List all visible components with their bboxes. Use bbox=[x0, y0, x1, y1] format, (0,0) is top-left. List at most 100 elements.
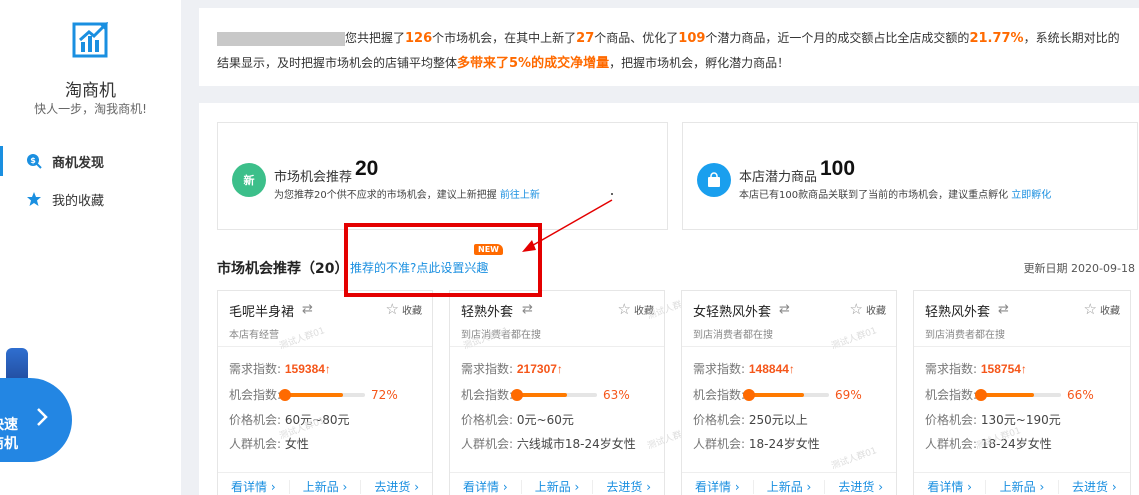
opportunity-percent: 63% bbox=[603, 387, 630, 402]
crowd-row: 人群机会: 女性 bbox=[229, 437, 309, 451]
demand-value: 148844 bbox=[748, 361, 789, 376]
up-arrow-icon: ↑ bbox=[1020, 361, 1027, 376]
demand-value: 217307 bbox=[516, 361, 557, 376]
opportunity-card: 毛呢半身裙 ⇄ ☆ 收藏 本店有经营 需求指数: 159384 ↑ 机会指数: 72%… bbox=[217, 290, 433, 495]
list-new-button[interactable]: 上新品 › bbox=[522, 479, 594, 494]
sidebar-item-opportunity-discovery[interactable]: $ 商机发现 bbox=[0, 146, 181, 176]
demand-row: 需求指数: 148844 ↑ bbox=[693, 361, 795, 377]
view-details-button[interactable]: 看详情 › bbox=[218, 479, 290, 494]
view-details-button[interactable]: 看详情 › bbox=[914, 479, 987, 494]
redacted-shop-name bbox=[217, 31, 345, 46]
new-badge-icon: 新 bbox=[232, 163, 266, 197]
card-subtitle: 本店有经营 bbox=[229, 330, 279, 341]
opportunity-row: 机会指数: 69% bbox=[693, 387, 862, 403]
incubate-now-link[interactable]: 立即孵化 bbox=[1011, 190, 1051, 201]
restock-button[interactable]: 去进货 › bbox=[361, 480, 432, 494]
crowd-row: 人群机会: 六线城市18-24岁女性 bbox=[461, 437, 636, 451]
market-opportunity-card: 新 市场机会推荐 20 为您推荐20个供不应求的市场机会，建议上新把握 前往上新 bbox=[217, 122, 668, 230]
opportunity-bar bbox=[743, 388, 830, 401]
opportunity-row: 机会指数: 63% bbox=[461, 387, 630, 403]
svg-text:$: $ bbox=[30, 156, 36, 165]
quick-opportunity-button[interactable]: 快速 商机 bbox=[0, 378, 72, 462]
promo-line-1: 快速 bbox=[0, 417, 18, 433]
price-row: 价格机会: 130元~190元 bbox=[925, 413, 1061, 427]
sidebar-item-label: 我的收藏 bbox=[52, 193, 105, 209]
star-outline-icon: ☆ bbox=[617, 300, 631, 318]
view-details-button[interactable]: 看详情 › bbox=[682, 479, 754, 494]
opportunity-percent: 72% bbox=[371, 387, 398, 402]
swap-icon[interactable]: ⇄ bbox=[998, 302, 1009, 317]
opportunity-bar bbox=[975, 388, 1062, 401]
chevron-right-icon bbox=[37, 408, 48, 426]
sales-share: 21.77% bbox=[969, 31, 1024, 46]
section-title: 市场机会推荐（20） bbox=[217, 261, 349, 277]
swap-icon[interactable]: ⇄ bbox=[779, 302, 790, 317]
star-icon bbox=[26, 191, 42, 207]
list-new-button[interactable]: 上新品 › bbox=[754, 479, 826, 494]
card-product-name: 轻熟风外套 bbox=[925, 305, 991, 320]
demand-row: 需求指数: 159384 ↑ bbox=[229, 361, 331, 377]
total-opportunities: 126 bbox=[405, 31, 433, 46]
star-outline-icon: ☆ bbox=[849, 300, 863, 318]
stat-number: 100 bbox=[820, 157, 856, 180]
opportunity-row: 机会指数: 72% bbox=[229, 387, 398, 403]
update-date: 更新日期 2020-09-18 bbox=[1023, 262, 1135, 275]
price-row: 价格机会: 250元以上 bbox=[693, 413, 808, 427]
list-new-button[interactable]: 上新品 › bbox=[986, 479, 1059, 494]
price-row: 价格机会: 0元~60元 bbox=[461, 413, 574, 427]
card-subtitle: 到店消费者都在搜 bbox=[925, 330, 1005, 341]
opportunity-row: 机会指数: 66% bbox=[925, 387, 1094, 403]
favorite-button[interactable]: ☆ 收藏 bbox=[386, 300, 422, 318]
swap-icon[interactable]: ⇄ bbox=[522, 302, 533, 317]
swap-icon[interactable]: ⇄ bbox=[302, 302, 313, 317]
shopping-bag-icon bbox=[697, 163, 731, 197]
app-logo-icon bbox=[72, 22, 110, 58]
view-details-button[interactable]: 看详情 › bbox=[450, 479, 522, 494]
optimized-products-count: 109 bbox=[678, 31, 706, 46]
demand-row: 需求指数: 217307 ↑ bbox=[461, 361, 563, 377]
promo-line-2: 商机 bbox=[0, 436, 18, 452]
sidebar: 淘商机 快人一步，淘我商机! $ 商机发现 我的收藏 快速 商机 bbox=[0, 0, 181, 495]
restock-button[interactable]: 去进货 › bbox=[593, 480, 664, 494]
sidebar-item-label: 商机发现 bbox=[52, 155, 105, 171]
opportunity-bar bbox=[511, 388, 598, 401]
app-slogan: 快人一步，淘我商机! bbox=[34, 102, 147, 116]
demand-value: 158754 bbox=[980, 361, 1021, 376]
stat-description: 为您推荐20个供不应求的市场机会，建议上新把握 前往上新 bbox=[274, 190, 540, 201]
crowd-row: 人群机会: 18-24岁女性 bbox=[693, 437, 820, 451]
stat-title: 本店潜力商品 bbox=[739, 170, 818, 185]
card-product-name: 轻熟外套 bbox=[461, 305, 514, 320]
main-panel: 新 市场机会推荐 20 为您推荐20个供不应求的市场机会，建议上新把握 前往上新… bbox=[199, 103, 1139, 495]
stat-title: 市场机会推荐 bbox=[274, 170, 353, 185]
stat-description: 本店已有100款商品关联到了当前的市场机会，建议重点孵化 立即孵化 bbox=[739, 190, 1052, 201]
new-products-count: 27 bbox=[576, 31, 595, 46]
stat-number: 20 bbox=[355, 157, 379, 180]
restock-button[interactable]: 去进货 › bbox=[825, 480, 896, 494]
up-arrow-icon: ↑ bbox=[556, 361, 563, 376]
sidebar-item-my-favorites[interactable]: 我的收藏 bbox=[0, 184, 181, 214]
card-product-name: 女轻熟风外套 bbox=[693, 305, 772, 320]
star-outline-icon: ☆ bbox=[385, 300, 399, 318]
opportunity-card: 轻熟外套 ⇄ ☆ 收藏 到店消费者都在搜 需求指数: 217307 ↑ 机会指数: 6… bbox=[449, 290, 694, 495]
star-outline-icon: ☆ bbox=[1083, 300, 1097, 318]
app-name: 淘商机 bbox=[65, 81, 116, 101]
annotation-highlight-box bbox=[344, 223, 542, 297]
go-new-link[interactable]: 前往上新 bbox=[500, 190, 540, 201]
net-increase: 多带来了5%的成交净增量 bbox=[457, 56, 610, 71]
watermark: 测试人群01 bbox=[830, 446, 879, 472]
list-new-button[interactable]: 上新品 › bbox=[290, 479, 362, 494]
favorite-button[interactable]: ☆ 收藏 bbox=[850, 300, 886, 318]
opportunity-bar bbox=[279, 388, 366, 401]
card-product-name: 毛呢半身裙 bbox=[229, 305, 295, 320]
demand-value: 159384 bbox=[284, 361, 325, 376]
summary-banner: 您共把握了126个市场机会，在其中上新了27个商品、优化了109个潜力商品，近一… bbox=[199, 8, 1139, 86]
opportunity-card: 女轻熟风外套 ⇄ ☆ 收藏 到店消费者都在搜 需求指数: 148844 ↑ 机会指数… bbox=[681, 290, 897, 495]
up-arrow-icon: ↑ bbox=[788, 361, 795, 376]
coin-search-icon: $ bbox=[26, 153, 42, 169]
opportunity-card: 轻熟风外套 ⇄ ☆ 收藏 到店消费者都在搜 需求指数: 158754 ↑ 机会指数:… bbox=[913, 290, 1131, 495]
up-arrow-icon: ↑ bbox=[324, 361, 331, 376]
favorite-button[interactable]: ☆ 收藏 bbox=[1084, 300, 1120, 318]
opportunity-percent: 69% bbox=[835, 387, 862, 402]
potential-products-card: 本店潜力商品 100 本店已有100款商品关联到了当前的市场机会，建议重点孵化 … bbox=[682, 122, 1138, 230]
restock-button[interactable]: 去进货 › bbox=[1059, 480, 1130, 494]
